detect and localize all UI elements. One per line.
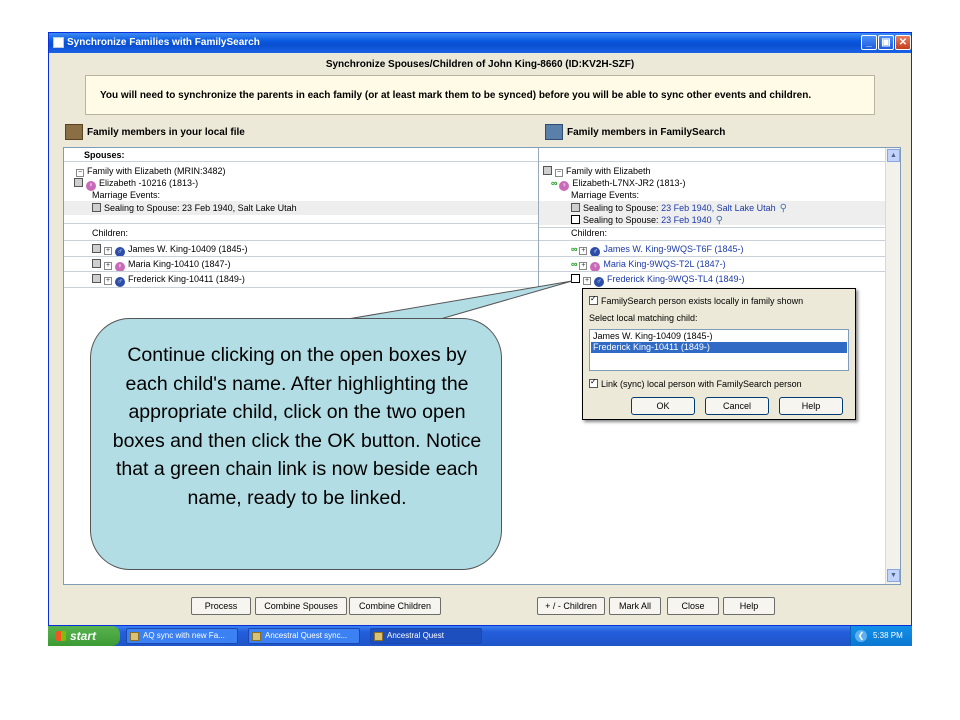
window-icon [53,37,64,48]
callout-text: Continue clicking on the open boxes by e… [112,344,482,509]
sealing-checkbox[interactable] [92,203,101,212]
chain-link-icon: ∞ [571,244,578,254]
local-child-row[interactable]: + ♂ Frederick King-10411 (1849-) [92,273,245,287]
search-icon[interactable]: ⚲ [780,202,787,215]
help-button[interactable]: Help [723,597,775,615]
child-checkbox[interactable] [571,274,580,283]
tray-expand-icon[interactable]: ❮ [855,630,867,642]
family-tree-icon [545,124,563,140]
sealing-checkbox[interactable] [571,203,580,212]
windows-logo-icon [56,631,66,641]
app-icon [374,632,383,641]
row-divider [64,271,538,272]
maximize-button[interactable]: ▣ [878,35,894,50]
app-icon [252,632,261,641]
row-divider [64,287,538,288]
family-checkbox[interactable] [543,166,552,175]
instruction-box: You will need to synchronize the parents… [85,75,875,115]
male-icon: ♂ [115,277,125,287]
instruction-text: You will need to synchronize the parents… [100,90,812,101]
search-icon[interactable]: ⚲ [716,214,723,227]
fs-child-row[interactable]: ∞ + ♀ Maria King-9WQS-T2L (1847-) [571,258,726,272]
close-window-button[interactable]: ✕ [895,35,911,50]
taskbar: start AQ sync with new Fa... Ancestral Q… [48,626,912,646]
close-button[interactable]: Close [667,597,719,615]
child-checkbox[interactable] [92,274,101,283]
clock: 5:38 PM [873,631,903,640]
combine-spouses-button[interactable]: Combine Spouses [255,597,347,615]
vertical-scrollbar[interactable]: ▲ ▼ [885,148,900,584]
row-divider [64,256,538,257]
dialog-title: Synchronize Spouses/Children of John Kin… [325,59,635,70]
child-checkbox[interactable] [92,259,101,268]
screen: Synchronize Families with FamilySearch _… [0,0,960,720]
male-icon: ♂ [594,277,604,287]
matching-child-listbox[interactable]: James W. King-10409 (1845-) Frederick Ki… [589,329,849,371]
fs-child-row[interactable]: ∞ + ♂ James W. King-9WQS-T6F (1845-) [571,243,743,257]
popup-help-button[interactable]: Help [779,397,843,415]
collapse-icon[interactable]: − [76,169,84,177]
fs-children-label: Children: [571,228,608,238]
title-bar[interactable]: Synchronize Families with FamilySearch _… [49,33,911,53]
list-item[interactable]: James W. King-10409 (1845-) [591,331,847,342]
app-icon [130,632,139,641]
link-row[interactable]: Link (sync) local person with FamilySear… [589,377,802,389]
process-button[interactable]: Process [191,597,251,615]
taskbar-item[interactable]: AQ sync with new Fa... [126,628,238,644]
select-label: Select local matching child: [589,313,698,323]
expand-icon[interactable]: + [104,262,112,270]
system-tray: ❮ 5:38 PM [850,626,912,646]
collapse-icon[interactable]: − [555,169,563,177]
instruction-callout: Continue clicking on the open boxes by e… [90,318,502,570]
taskbar-item-active[interactable]: Ancestral Quest [370,628,482,644]
exists-checkbox[interactable] [589,294,598,305]
expand-icon[interactable]: + [579,262,588,270]
fs-child-row[interactable]: + ♂ Frederick King-9WQS-TL4 (1849-) [571,273,745,287]
row-divider [539,271,886,272]
expand-icon[interactable]: + [583,277,591,285]
link-checkbox[interactable] [589,377,598,388]
sealing-checkbox[interactable] [571,215,580,224]
chain-link-icon: ∞ [571,259,578,269]
local-child-row[interactable]: + ♂ James W. King-10409 (1845-) [92,243,248,257]
combine-children-button[interactable]: Combine Children [349,597,441,615]
family-photo-icon [65,124,83,140]
scroll-up-icon[interactable]: ▲ [887,149,900,162]
minimize-button[interactable]: _ [861,35,877,50]
expand-icon[interactable]: + [579,247,588,255]
row-divider [64,161,886,162]
chain-link-icon: ∞ [551,178,558,188]
fs-sealing-row[interactable]: Sealing to Spouse: 23 Feb 1940 ⚲ [571,214,723,227]
list-item-selected[interactable]: Frederick King-10411 (1849-) [591,342,847,353]
ok-button[interactable]: OK [631,397,695,415]
window-title: Synchronize Families with FamilySearch [67,37,260,48]
row-divider [64,240,538,241]
row-divider [64,223,538,224]
start-button[interactable]: start [48,626,120,646]
row-divider [539,240,886,241]
row-divider [539,256,886,257]
spouse-checkbox[interactable] [74,178,83,187]
add-remove-children-button[interactable]: + / - Children [537,597,605,615]
mark-all-button[interactable]: Mark All [609,597,661,615]
expand-icon[interactable]: + [104,277,112,285]
expand-icon[interactable]: + [104,247,112,255]
taskbar-item[interactable]: Ancestral Quest sync... [248,628,360,644]
local-children-label: Children: [92,228,129,238]
cancel-button[interactable]: Cancel [705,397,769,415]
scroll-down-icon[interactable]: ▼ [887,569,900,582]
child-checkbox[interactable] [92,244,101,253]
local-sealing-row[interactable]: Sealing to Spouse: 23 Feb 1940, Salt Lak… [92,202,297,215]
local-child-row[interactable]: + ♀ Maria King-10410 (1847-) [92,258,231,272]
spouses-header: Spouses: [84,150,125,160]
match-child-popup: FamilySearch person exists locally in fa… [582,288,856,420]
exists-row[interactable]: FamilySearch person exists locally in fa… [589,294,803,306]
female-icon: ♀ [559,181,570,191]
